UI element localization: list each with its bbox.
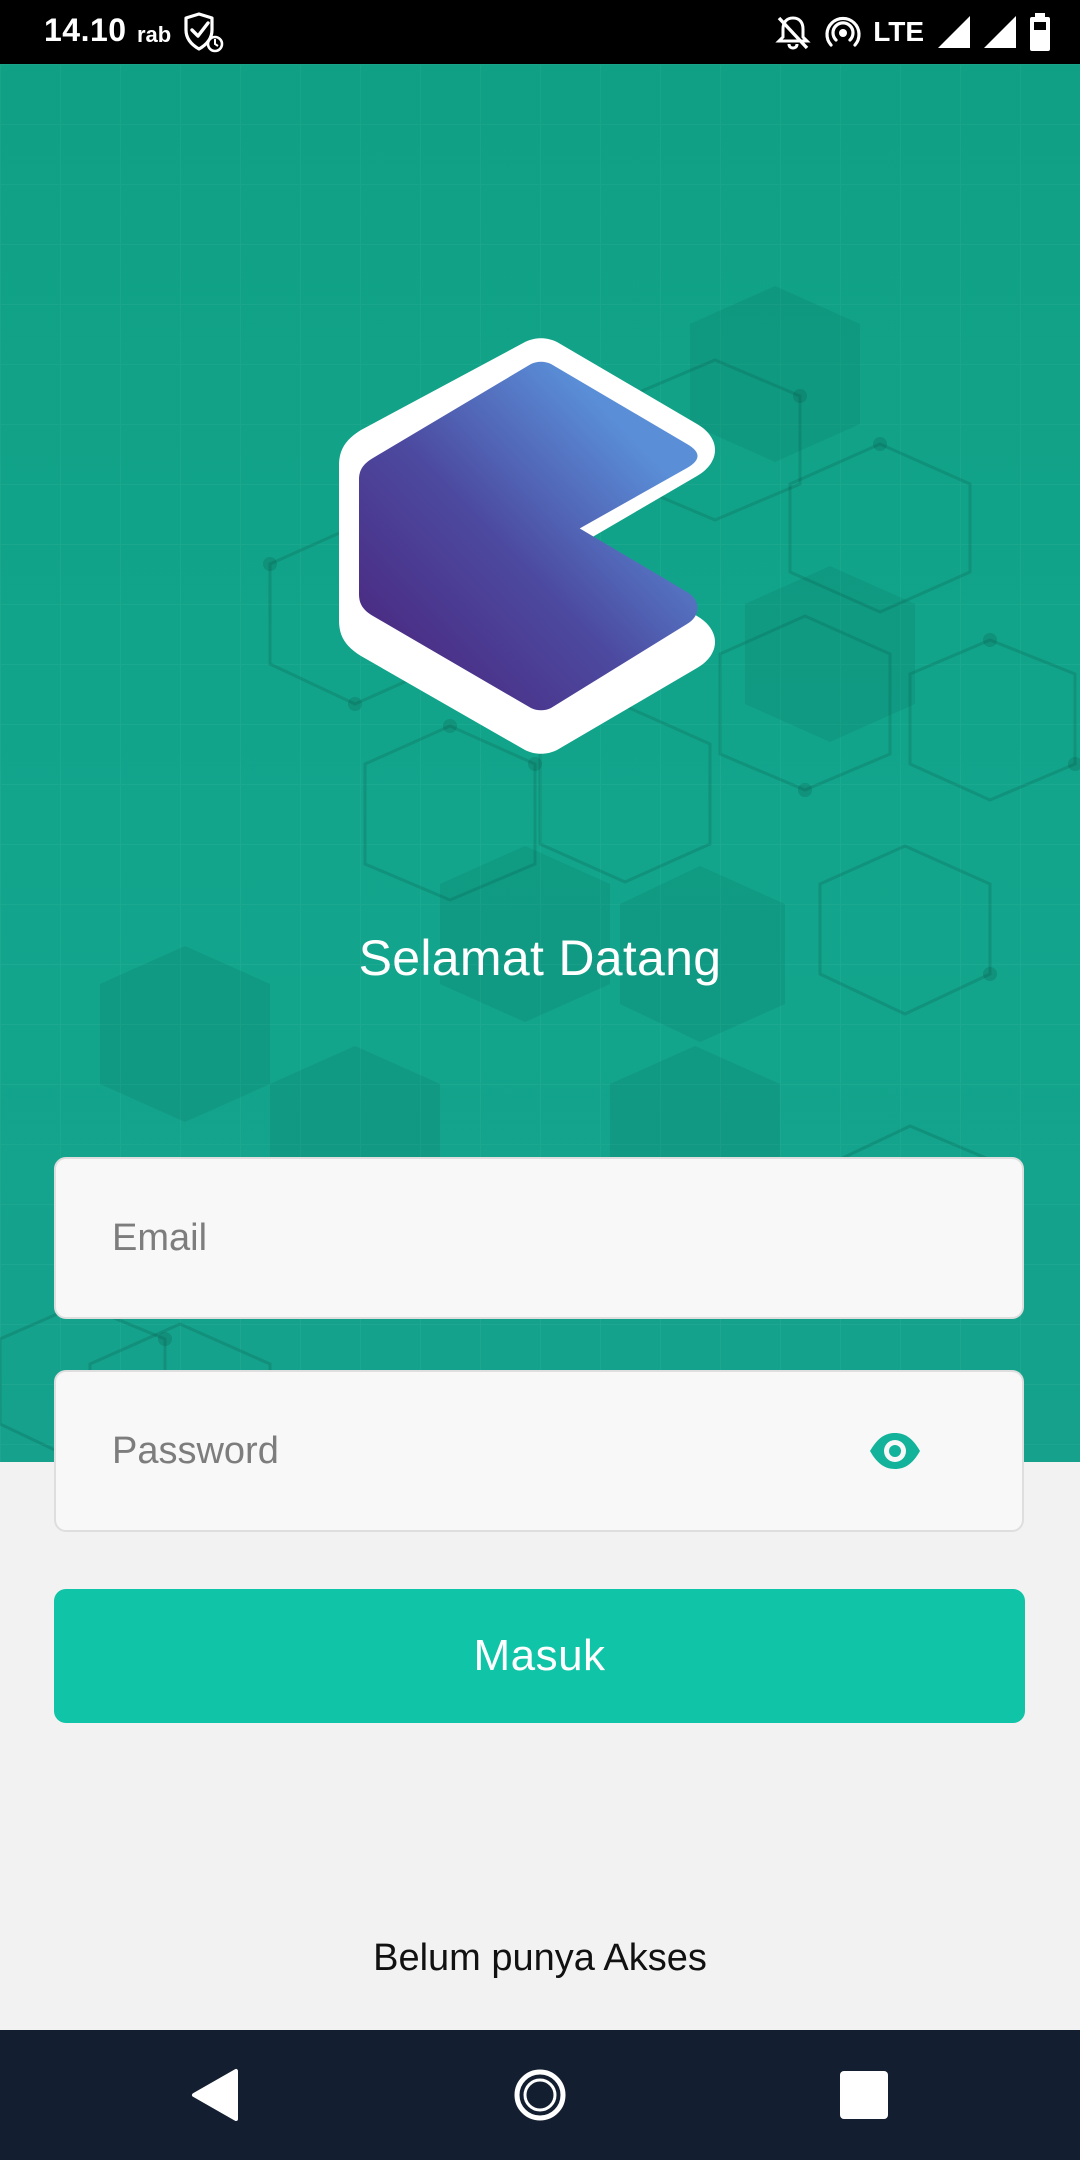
- status-bar: 14.10 rab LTE: [0, 0, 1080, 64]
- battery-icon: [1030, 13, 1050, 51]
- status-day: rab: [137, 22, 172, 47]
- app-logo-hexagon: [339, 338, 715, 754]
- password-field-container[interactable]: [54, 1370, 1024, 1532]
- status-time: 14.10: [44, 12, 127, 48]
- network-type: LTE: [873, 16, 924, 47]
- shield-check-icon: [184, 12, 224, 53]
- home-icon[interactable]: [510, 2065, 570, 2125]
- signal-icon: [938, 16, 970, 48]
- navigation-bar: [0, 2030, 1080, 2160]
- bell-off-icon: [775, 16, 811, 50]
- status-icons: LTE: [773, 10, 1052, 54]
- eye-icon[interactable]: [868, 1427, 922, 1475]
- email-field-container[interactable]: [54, 1157, 1024, 1319]
- recent-apps-icon[interactable]: [834, 2065, 894, 2125]
- login-button[interactable]: Masuk: [54, 1589, 1025, 1723]
- email-field[interactable]: [112, 1159, 892, 1317]
- welcome-heading: Selamat Datang: [358, 930, 722, 986]
- back-icon[interactable]: [186, 2065, 246, 2125]
- login-screen: 14.10 rab LTE Selamat Datang Email Masuk…: [0, 0, 1080, 2160]
- hotspot-icon: [825, 16, 861, 47]
- register-link[interactable]: Belum punya Akses: [0, 1937, 1080, 1980]
- password-field[interactable]: [112, 1372, 892, 1530]
- signal-icon-2: [984, 16, 1016, 48]
